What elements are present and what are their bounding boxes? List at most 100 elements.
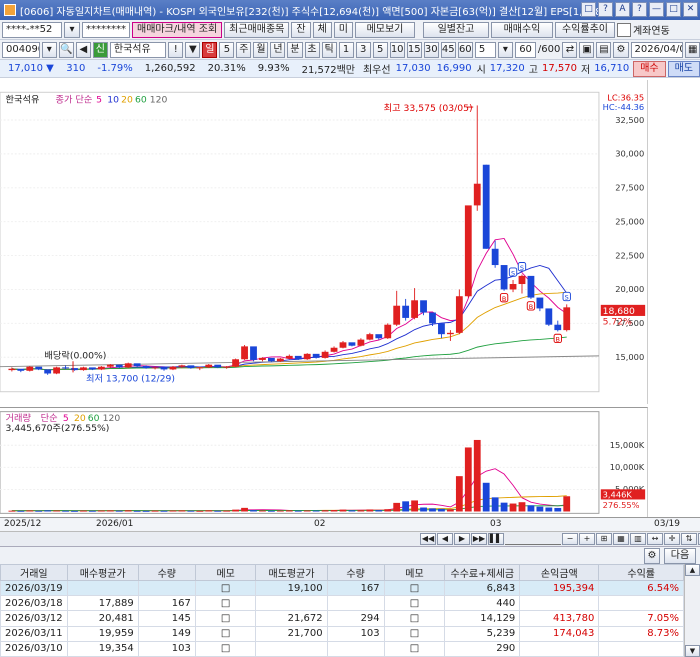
indicator-icon[interactable]: ↔	[647, 533, 663, 545]
first-icon[interactable]: ◀◀	[420, 533, 436, 545]
col-sell-avg[interactable]: 매도평균가	[255, 564, 328, 581]
col-return[interactable]: 수익률	[598, 564, 684, 581]
buy-button[interactable]: 매수	[633, 60, 666, 77]
zoom-plus-icon[interactable]: +	[579, 533, 595, 545]
period-week-button[interactable]: 주	[236, 41, 252, 58]
next-icon[interactable]: ▶	[454, 533, 470, 545]
scroll-up-icon[interactable]: ▲	[685, 564, 700, 576]
col-profit[interactable]: 손익금액	[519, 564, 600, 581]
table-cell: 2026/03/18	[0, 595, 68, 612]
candle-body	[303, 353, 311, 360]
save-icon[interactable]: ▣	[579, 41, 595, 58]
volume-bar	[464, 447, 472, 512]
chart-settings-icon[interactable]: ⇄	[562, 41, 578, 58]
period-year-button[interactable]: 년	[270, 41, 286, 58]
date-input[interactable]: 2026/04/03	[630, 41, 684, 58]
table-row[interactable]: 2026/03/18 17,889 167 □ □ 440	[0, 595, 684, 612]
maximize-button[interactable]: □	[666, 2, 681, 17]
account-link-checkbox[interactable]	[616, 22, 631, 37]
last-icon[interactable]: ▶▶	[471, 533, 487, 545]
alert-icon[interactable]: !	[168, 41, 184, 58]
page-down-icon[interactable]: ▼	[185, 41, 201, 58]
interval-10-button[interactable]: 10	[389, 41, 405, 58]
account-select[interactable]: ****-**52	[2, 21, 62, 38]
filled-button[interactable]: 체	[312, 21, 332, 38]
candle-body	[53, 367, 61, 374]
col-buy-avg[interactable]: 매수평균가	[66, 564, 139, 581]
chart-type-icon[interactable]: ▥	[630, 533, 646, 545]
table-row[interactable]: 2026/03/12 20,481 145 □ 21,672 294 □ 14,129 413,…	[0, 610, 684, 627]
minimize-button[interactable]: —	[649, 2, 664, 17]
volume-rate: 20.31%	[207, 63, 246, 74]
trade-profit-button[interactable]: 매매수익	[490, 21, 553, 38]
interval-30-button[interactable]: 30	[423, 41, 439, 58]
scroll-down-icon[interactable]: ▼	[685, 645, 700, 657]
window-button-info[interactable]: ?	[632, 2, 647, 17]
col-sell-qty[interactable]: 수량	[326, 564, 385, 581]
col-date[interactable]: 거래일	[0, 564, 68, 581]
gear-icon[interactable]: ⚙	[613, 41, 629, 58]
scroll-icon[interactable]: ⇅	[681, 533, 697, 545]
code-dropdown-arrow-icon[interactable]: ▾	[41, 41, 57, 58]
zoom-minus-icon[interactable]: −	[562, 533, 578, 545]
col-buy-memo[interactable]: 메모	[194, 564, 257, 581]
interval-3-button[interactable]: 3	[355, 41, 371, 58]
fit-icon[interactable]: ⊞	[596, 533, 612, 545]
volume-chart[interactable]: 15,000K10,000K5,000K 거래량 단순 5 20 60 120 …	[0, 407, 648, 517]
window-button-font[interactable]: A	[615, 2, 630, 17]
col-sell-memo[interactable]: 메모	[383, 564, 446, 581]
interval-custom-input[interactable]: 5	[474, 41, 496, 58]
close-button[interactable]: ✕	[683, 2, 698, 17]
candle-body	[473, 183, 481, 206]
col-fee-tax[interactable]: 수수료+제세금	[444, 564, 521, 581]
speaker-icon[interactable]: ◀	[75, 41, 91, 58]
period-month-button[interactable]: 월	[253, 41, 269, 58]
account-dropdown-arrow-icon[interactable]: ▾	[64, 21, 80, 38]
period-minute-button[interactable]: 분	[287, 41, 303, 58]
table-row[interactable]: 2026/03/11 19,959 149 □ 21,700 103 □ 5,239 174,0…	[0, 625, 684, 642]
window-button-help[interactable]: ?	[598, 2, 613, 17]
crosshair-icon[interactable]: ✛	[664, 533, 680, 545]
min-price-label: 최저 13,700 (12/29)	[86, 374, 175, 385]
table-row[interactable]: 2026/03/10 19,354 103 □ □ 290	[0, 640, 684, 657]
next-page-button[interactable]: 다음	[664, 548, 696, 564]
stock-code-input[interactable]: 004090	[2, 41, 40, 58]
volume-bar	[330, 510, 338, 512]
interval-60-button[interactable]: 60	[457, 41, 473, 58]
period-second-button[interactable]: 초	[304, 41, 320, 58]
search-icon[interactable]: 🔍	[58, 41, 74, 58]
volume-bar	[348, 510, 356, 512]
table-scrollbar[interactable]: ▲ ▼	[684, 564, 700, 657]
period-day-button[interactable]: 일	[202, 41, 218, 58]
period-day-count[interactable]: 5	[219, 41, 235, 58]
zoom-slider[interactable]	[505, 533, 561, 545]
period-tick-button[interactable]: 틱	[321, 41, 337, 58]
price-tick: 15,000	[615, 352, 644, 362]
table-row[interactable]: 2026/03/19 □ 19,100 167 □ 6,843 195,394 6.54%	[0, 579, 684, 597]
interval-dropdown-arrow-icon[interactable]: ▾	[497, 41, 513, 58]
price-chart[interactable]: 32,50030,00027,50025,00022,50020,00017,5…	[0, 80, 648, 404]
col-buy-qty[interactable]: 수량	[137, 564, 196, 581]
interval-1-button[interactable]: 1	[338, 41, 354, 58]
prev-icon[interactable]: ◀	[437, 533, 453, 545]
trade-mark-query-button[interactable]: 매매마크/내역 조회	[132, 21, 223, 38]
print-icon[interactable]: ▤	[596, 41, 612, 58]
daily-balance-button[interactable]: 일별잔고	[422, 21, 489, 38]
sell-button[interactable]: 매도	[667, 60, 700, 77]
window-button-screen[interactable]: □	[581, 2, 596, 17]
volume-bar	[509, 503, 517, 512]
interval-15-button[interactable]: 15	[406, 41, 422, 58]
recent-trades-button[interactable]: 최근매매종목	[224, 21, 290, 38]
interval-45-button[interactable]: 45	[440, 41, 456, 58]
bar-count-input[interactable]: 60	[514, 41, 536, 58]
table-settings-icon[interactable]: ⚙	[644, 548, 660, 564]
pause-icon[interactable]: ▌▌	[488, 533, 504, 545]
profit-trend-button[interactable]: 수익률추이	[554, 21, 615, 38]
unfilled-button[interactable]: 미	[333, 21, 353, 38]
memo-view-button[interactable]: 메모보기	[354, 21, 415, 38]
calendar-icon[interactable]: ▦	[685, 41, 700, 58]
password-input[interactable]: ********	[82, 21, 130, 38]
interval-5-button[interactable]: 5	[372, 41, 388, 58]
balance-button[interactable]: 잔	[291, 21, 311, 38]
grid-icon[interactable]: ▦	[613, 533, 629, 545]
